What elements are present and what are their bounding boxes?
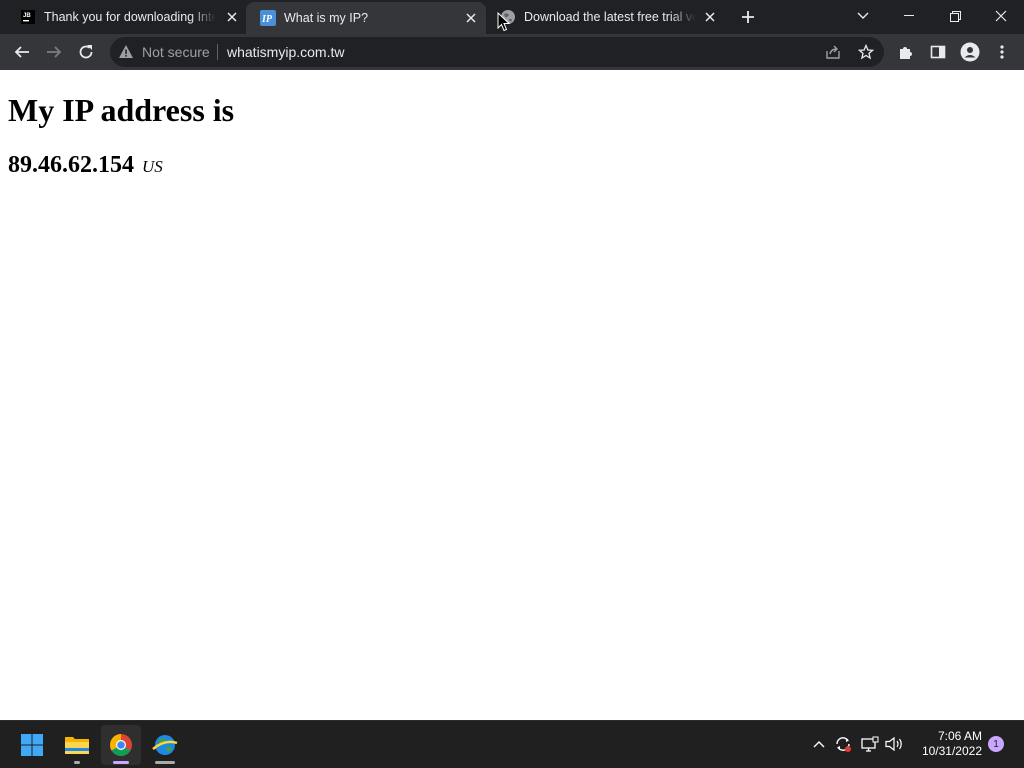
jetbrains-icon: JB — [20, 9, 36, 25]
ip-icon: IP — [260, 10, 276, 26]
tab-title: Thank you for downloading IntelliJ IDEA — [44, 10, 216, 24]
show-hidden-icons-chevron-up-icon[interactable] — [808, 733, 830, 755]
share-icon[interactable] — [823, 42, 843, 62]
chrome-icon[interactable] — [101, 725, 141, 765]
app-running-indicator — [74, 761, 80, 764]
tab-close-icon[interactable] — [223, 8, 241, 26]
security-status-label[interactable]: Not secure — [142, 44, 210, 60]
address-bar[interactable]: Not secure whatismyip.com.tw — [110, 37, 884, 67]
volume-speaker-icon[interactable] — [884, 733, 906, 755]
svg-text:IP: IP — [261, 14, 273, 25]
more-menu-icon[interactable] — [988, 38, 1016, 66]
app-active-indicator — [113, 761, 129, 764]
system-clock[interactable]: 7:06 AM 10/31/2022 — [912, 729, 982, 759]
tab-thank-you-download[interactable]: JB Thank you for downloading IntelliJ ID… — [6, 0, 246, 34]
app-running-indicator — [155, 761, 175, 764]
warning-icon[interactable] — [118, 44, 134, 60]
tab-download-trial[interactable]: Download the latest free trial version — [486, 0, 726, 34]
extensions-puzzle-icon[interactable] — [892, 38, 920, 66]
tab-search-chevron-down-icon[interactable] — [840, 0, 886, 32]
tab-close-icon[interactable] — [462, 9, 480, 27]
reload-button[interactable] — [72, 38, 100, 66]
country-code: US — [142, 157, 163, 176]
file-explorer-icon[interactable] — [57, 725, 97, 765]
new-tab-button[interactable] — [738, 7, 758, 27]
clock-time: 7:06 AM — [937, 729, 982, 743]
bookmark-star-icon[interactable] — [856, 42, 876, 62]
url-text[interactable]: whatismyip.com.tw — [227, 44, 344, 60]
network-globe-icon[interactable] — [145, 725, 185, 765]
ip-address-value: 89.46.62.154 — [8, 152, 134, 178]
windows-taskbar: 7:06 AM 10/31/2022 1 — [0, 720, 1024, 768]
network-monitor-icon[interactable] — [859, 733, 881, 755]
forward-button[interactable] — [40, 38, 68, 66]
profile-avatar-icon[interactable] — [956, 38, 984, 66]
sync-icon[interactable] — [832, 733, 854, 755]
page-heading: My IP address is — [8, 92, 235, 128]
side-panel-icon[interactable] — [924, 38, 952, 66]
web-page-content: My IP address is 89.46.62.154 US — [0, 70, 1024, 720]
clock-date: 10/31/2022 — [921, 744, 982, 758]
back-button[interactable] — [8, 38, 36, 66]
mouse-pointer-icon — [497, 11, 511, 32]
address-divider — [217, 44, 218, 60]
browser-tab-strip: JB Thank you for downloading IntelliJ ID… — [0, 0, 1024, 34]
tab-close-icon[interactable] — [701, 8, 719, 26]
close-window-button[interactable] — [978, 0, 1024, 32]
notification-badge[interactable]: 1 — [988, 736, 1004, 752]
browser-toolbar: Not secure whatismyip.com.tw — [0, 34, 1024, 70]
restore-button[interactable] — [932, 0, 978, 32]
minimize-button[interactable] — [886, 0, 932, 32]
ip-address-line: 89.46.62.154 US — [8, 152, 163, 179]
svg-text:JB: JB — [23, 13, 31, 19]
tab-what-is-my-ip[interactable]: IP What is my IP? — [246, 2, 486, 34]
tab-title: Download the latest free trial version — [524, 10, 696, 24]
tab-title: What is my IP? — [284, 11, 369, 25]
windows-start-icon[interactable] — [12, 725, 52, 765]
